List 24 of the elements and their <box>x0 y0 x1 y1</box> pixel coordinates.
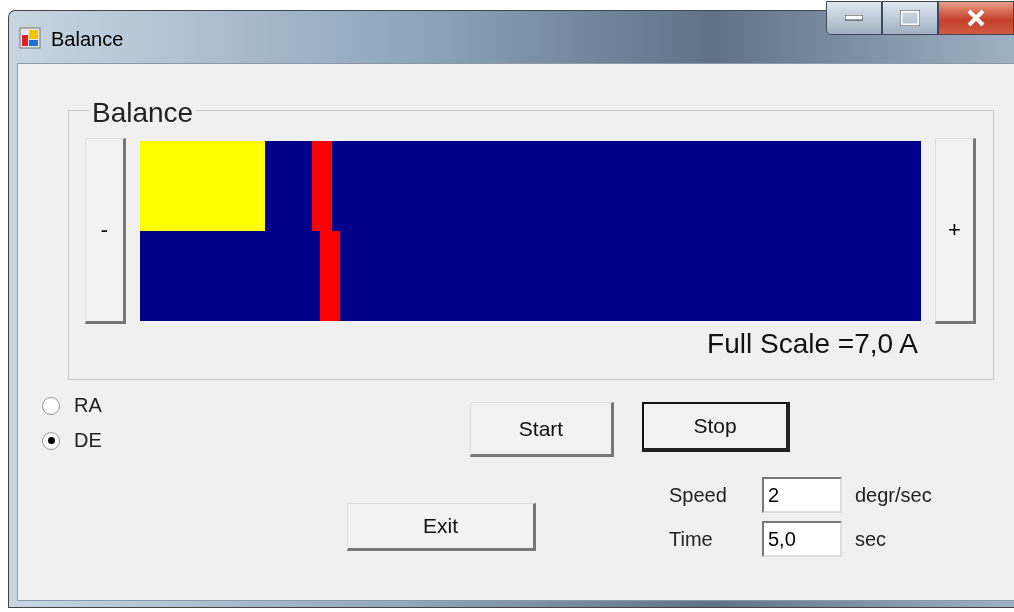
close-button[interactable] <box>938 1 1014 35</box>
stop-button[interactable]: Stop <box>642 402 790 452</box>
radio-button[interactable] <box>42 431 60 450</box>
input-field[interactable]: 2 <box>762 477 842 513</box>
field-label: Time <box>669 527 714 551</box>
minimize-icon <box>845 15 863 21</box>
maximize-button[interactable] <box>882 1 938 35</box>
radio-label: DE <box>74 429 102 452</box>
plus-button[interactable]: + <box>935 138 976 324</box>
full-scale-label: Full Scale =7,0 A <box>707 328 918 360</box>
unit-label: degr/sec <box>855 483 932 507</box>
radio-label: RA <box>74 394 102 417</box>
unit-label: sec <box>855 527 887 551</box>
maximize-icon <box>900 10 920 26</box>
exit-button[interactable]: Exit <box>347 503 536 551</box>
minimize-button[interactable] <box>826 1 882 35</box>
field-label: Speed <box>669 483 728 507</box>
minus-button[interactable]: - <box>85 138 126 324</box>
window-title: Balance <box>51 27 124 51</box>
start-button[interactable]: Start <box>470 402 614 457</box>
app-icon <box>19 27 41 49</box>
input-field[interactable]: 5,0 <box>762 521 842 557</box>
radio-button[interactable] <box>42 396 60 415</box>
close-icon <box>966 9 986 27</box>
